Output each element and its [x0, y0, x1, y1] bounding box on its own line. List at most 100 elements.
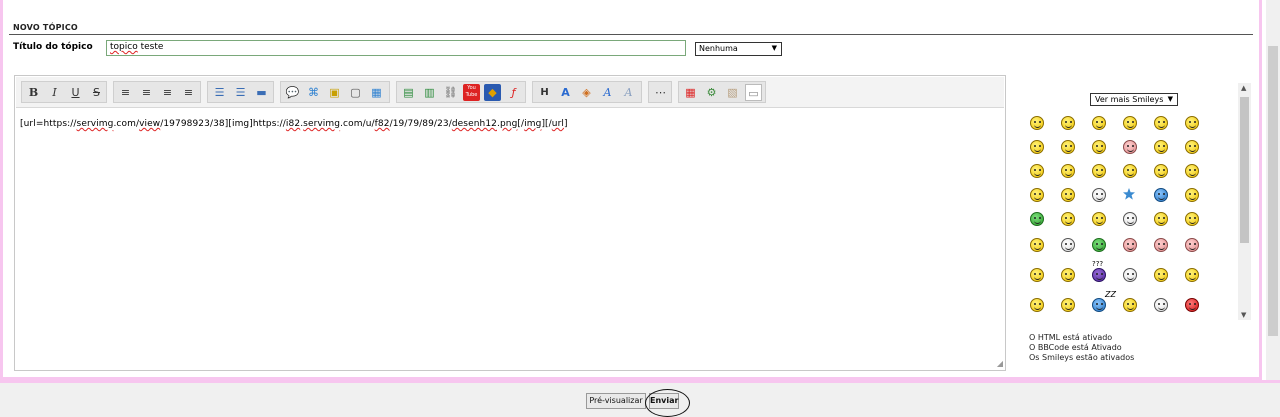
quote-button[interactable]: 💬	[284, 84, 301, 101]
image-button[interactable]: ▤	[400, 84, 417, 101]
topic-icon-select[interactable]: Nenhuma ▼	[695, 42, 782, 56]
source-mode-button[interactable]: ▭	[745, 84, 762, 101]
resize-grip-icon[interactable]: ◢	[997, 359, 1003, 368]
more-button[interactable]: ⋯	[652, 84, 669, 101]
smiley-yellow-icon[interactable]	[1061, 164, 1075, 178]
smiley-yellow-icon[interactable]	[1123, 116, 1137, 130]
message-editor[interactable]: B I U S ≡ ≡ ≡ ≡ ☰ ☰ ▬ 💬 ⌘ ▣ ▢ ▦ ▤ ▥ ⛓ Yo…	[14, 75, 1006, 371]
calc-button[interactable]: ⚙	[703, 84, 720, 101]
page-scrollbar[interactable]	[1266, 0, 1280, 380]
smiley-yellow-icon[interactable]	[1030, 238, 1044, 252]
smiley-blue-icon[interactable]	[1154, 188, 1168, 202]
scroll-up-icon[interactable]: ▲	[1241, 84, 1246, 92]
strike-button[interactable]: S	[88, 84, 105, 101]
font-button[interactable]: A	[599, 84, 616, 101]
subject-input[interactable]: topico teste	[106, 40, 686, 56]
flash-button[interactable]: ◆	[484, 84, 501, 101]
smiley-yellow-icon[interactable]	[1092, 212, 1106, 226]
editor-text-part: i82	[285, 119, 301, 129]
smiley-yellow-icon[interactable]	[1185, 188, 1199, 202]
smiley-white-icon[interactable]	[1123, 268, 1137, 282]
smiley-yellow-icon[interactable]	[1185, 212, 1199, 226]
smiley-white-icon[interactable]	[1154, 298, 1168, 312]
smiley-yellow-icon[interactable]	[1185, 268, 1199, 282]
smiley-yellow-icon[interactable]	[1061, 116, 1075, 130]
justify-button[interactable]: ≡	[180, 84, 197, 101]
smiley-yellow-icon[interactable]	[1154, 212, 1168, 226]
question-marks-label: ???	[1092, 260, 1104, 268]
smiley-yellow-icon[interactable]	[1154, 116, 1168, 130]
smiley-yellow-icon[interactable]	[1123, 164, 1137, 178]
smiley-white-icon[interactable]	[1061, 238, 1075, 252]
smiley-star-icon[interactable]	[1123, 188, 1135, 200]
clean-format-button[interactable]: A	[620, 84, 637, 101]
smiley-purple-icon[interactable]	[1092, 268, 1106, 282]
paste-button[interactable]: ▧	[724, 84, 741, 101]
align-center-button[interactable]: ≡	[138, 84, 155, 101]
smiley-yellow-icon[interactable]	[1154, 140, 1168, 154]
smiley-yellow-icon[interactable]	[1154, 164, 1168, 178]
table-button[interactable]: ▦	[368, 84, 385, 101]
smiley-yellow-icon[interactable]	[1030, 116, 1044, 130]
editor-text-part: servimg	[303, 119, 341, 129]
spoiler-button[interactable]: ▣	[326, 84, 343, 101]
smiley-green-icon[interactable]	[1092, 238, 1106, 252]
smiley-yellow-icon[interactable]	[1030, 188, 1044, 202]
smiley-yellow-icon[interactable]	[1061, 268, 1075, 282]
link-button[interactable]: ⛓	[442, 84, 459, 101]
image-upload-button[interactable]: ▥	[421, 84, 438, 101]
smiley-yellow-icon[interactable]	[1030, 140, 1044, 154]
hr-button[interactable]: ▬	[253, 84, 270, 101]
smiley-white-icon[interactable]	[1123, 212, 1137, 226]
smiley-green-icon[interactable]	[1030, 212, 1044, 226]
smiley-scrollbar[interactable]: ▲ ▼	[1238, 83, 1251, 320]
font-size-button[interactable]: A	[557, 84, 574, 101]
bold-button[interactable]: B	[25, 84, 42, 101]
italic-button[interactable]: I	[46, 84, 63, 101]
smiley-yellow-icon[interactable]	[1185, 116, 1199, 130]
heading-button[interactable]: H	[536, 84, 553, 101]
smiley-yellow-icon[interactable]	[1092, 140, 1106, 154]
color-button[interactable]: ◈	[578, 84, 595, 101]
number-list-button[interactable]: ☰	[232, 84, 249, 101]
smiley-yellow-icon[interactable]	[1123, 298, 1137, 312]
editor-text-part: ]	[564, 119, 568, 129]
smiley-yellow-icon[interactable]	[1154, 268, 1168, 282]
underline-button[interactable]: U	[67, 84, 84, 101]
smiley-pink-icon[interactable]	[1123, 140, 1137, 154]
smiley-scrollbar-thumb[interactable]	[1240, 97, 1249, 243]
hand-drawn-circle	[645, 389, 690, 417]
scroll-down-icon[interactable]: ▼	[1241, 311, 1246, 319]
page-scrollbar-thumb[interactable]	[1268, 46, 1278, 336]
smiley-yellow-icon[interactable]	[1030, 164, 1044, 178]
smiley-yellow-icon[interactable]	[1030, 268, 1044, 282]
smiley-yellow-icon[interactable]	[1061, 188, 1075, 202]
flash-embed-button[interactable]: ƒ	[505, 84, 522, 101]
smiley-white-icon[interactable]	[1092, 188, 1106, 202]
smiley-yellow-icon[interactable]	[1061, 298, 1075, 312]
align-right-button[interactable]: ≡	[159, 84, 176, 101]
bbcode-status: O BBCode está Ativado	[1029, 343, 1122, 352]
smiley-yellow-icon[interactable]	[1185, 164, 1199, 178]
youtube-button[interactable]: You Tube	[463, 84, 480, 101]
subject-label: Título do tópico	[13, 42, 93, 52]
code-button[interactable]: ⌘	[305, 84, 322, 101]
editor-content[interactable]: [url=https://servimg.com/view/19798923/3…	[20, 119, 568, 129]
preview-button[interactable]: Pré-visualizar	[586, 393, 646, 409]
smiley-yellow-icon[interactable]	[1185, 140, 1199, 154]
smiley-red-icon[interactable]	[1185, 298, 1199, 312]
smiley-pink-icon[interactable]	[1185, 238, 1199, 252]
smiley-pink-icon[interactable]	[1154, 238, 1168, 252]
smiley-yellow-icon[interactable]	[1092, 164, 1106, 178]
smiley-yellow-icon[interactable]	[1061, 140, 1075, 154]
smiley-yellow-icon[interactable]	[1030, 298, 1044, 312]
smiley-yellow-icon[interactable]	[1061, 212, 1075, 226]
hide-button[interactable]: ▢	[347, 84, 364, 101]
bullet-list-button[interactable]: ☰	[211, 84, 228, 101]
smiley-blue-icon[interactable]	[1092, 298, 1106, 312]
smiley-pink-icon[interactable]	[1123, 238, 1137, 252]
align-left-button[interactable]: ≡	[117, 84, 134, 101]
date-button[interactable]: ▦	[682, 84, 699, 101]
more-smileys-select[interactable]: Ver mais Smileys ▼	[1090, 93, 1178, 106]
smiley-yellow-icon[interactable]	[1092, 116, 1106, 130]
